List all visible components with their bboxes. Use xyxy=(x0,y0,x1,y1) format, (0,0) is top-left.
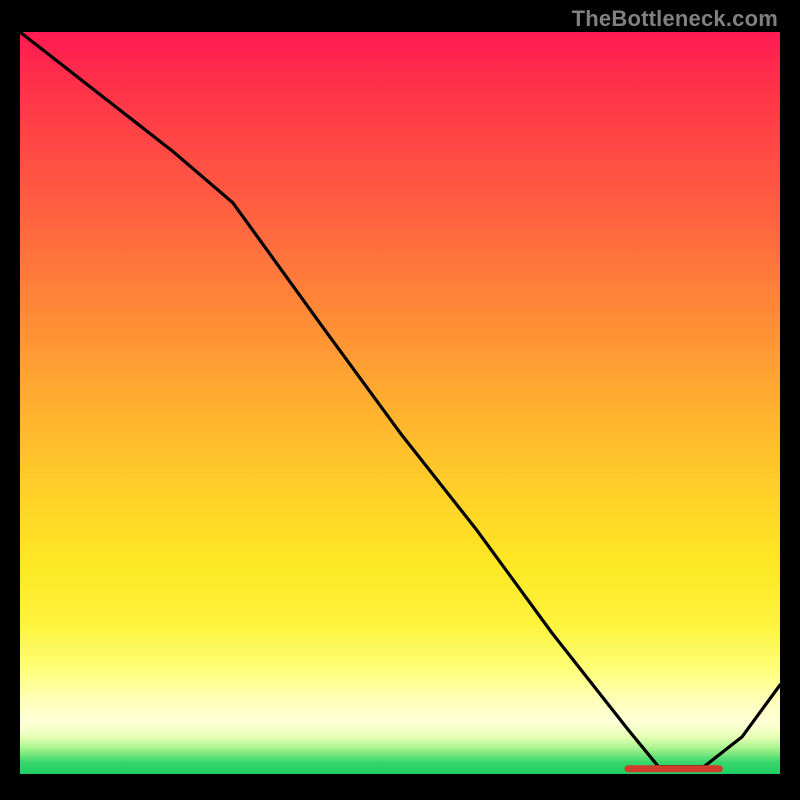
plot-frame xyxy=(20,32,780,774)
watermark-label: TheBottleneck.com xyxy=(572,6,778,32)
curve-layer xyxy=(20,32,780,774)
bottleneck-curve xyxy=(20,32,780,767)
chart-stage: TheBottleneck.com xyxy=(0,0,800,800)
